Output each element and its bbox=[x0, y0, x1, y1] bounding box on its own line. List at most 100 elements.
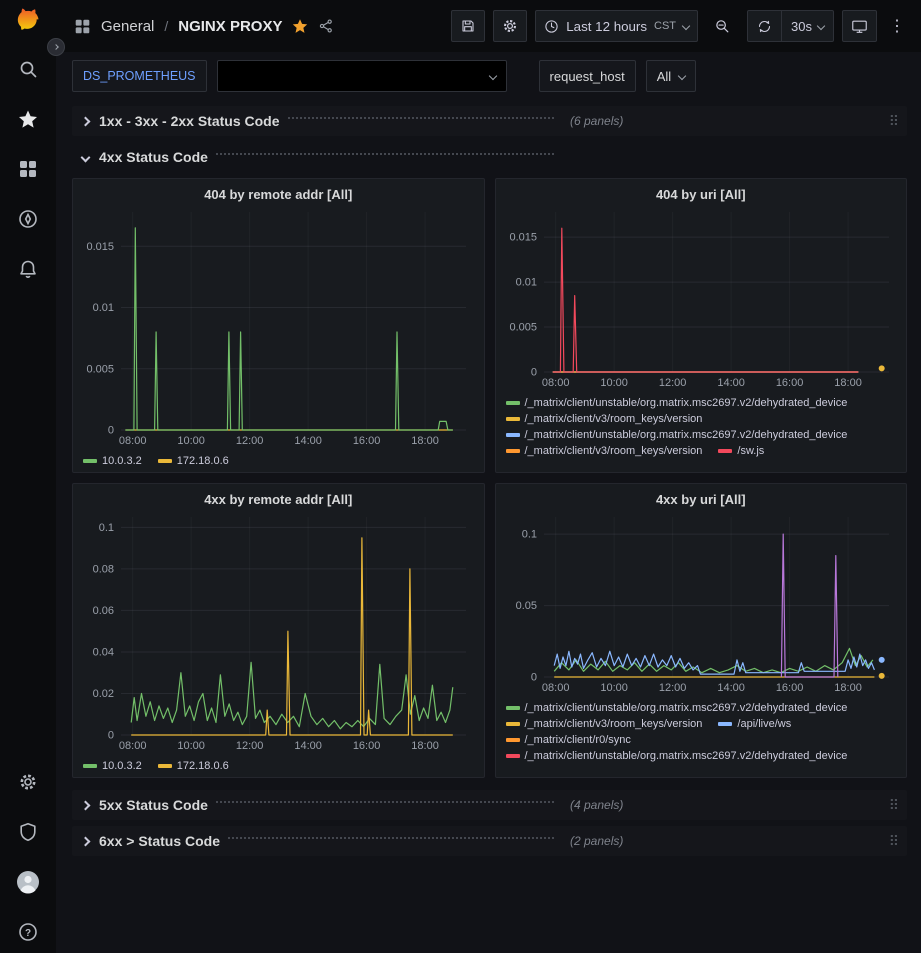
row-4xx[interactable]: 4xx Status Code bbox=[72, 142, 907, 172]
save-dashboard-button[interactable] bbox=[451, 10, 485, 42]
apps-grid-icon[interactable] bbox=[74, 18, 91, 35]
dashboard-settings-button[interactable] bbox=[493, 10, 527, 42]
legend-swatch bbox=[506, 417, 520, 421]
row-panel-count: (4 panels) bbox=[570, 798, 623, 812]
chart-canvas[interactable]: 08:0010:0012:0014:0016:0018:0000.020.040… bbox=[81, 509, 476, 756]
timezone-label: CST bbox=[654, 20, 676, 32]
breadcrumb-section[interactable]: General bbox=[101, 18, 154, 35]
row-drag-handle[interactable]: ⠿ bbox=[889, 798, 899, 812]
panel-title[interactable]: 4xx by remote addr [All] bbox=[81, 488, 476, 509]
breadcrumb: General / NGINX PROXY bbox=[74, 18, 334, 35]
legend-item[interactable]: /_matrix/client/unstable/org.matrix.msc2… bbox=[506, 702, 848, 714]
chart-canvas[interactable]: 08:0010:0012:0014:0016:0018:0000.0050.01… bbox=[81, 204, 476, 451]
legend-swatch bbox=[83, 459, 97, 463]
zoom-out-button[interactable] bbox=[706, 10, 739, 42]
legend-label: /_matrix/client/unstable/org.matrix.msc2… bbox=[525, 702, 848, 714]
legend-swatch bbox=[506, 706, 520, 710]
chart-canvas[interactable]: 08:0010:0012:0014:0016:0018:0000.0050.01… bbox=[504, 204, 899, 393]
chevron-down-icon bbox=[488, 72, 496, 80]
more-options-button[interactable]: ⋮ bbox=[885, 10, 909, 42]
row-title: 5xx Status Code bbox=[99, 797, 208, 813]
legend-item[interactable]: /_matrix/client/unstable/org.matrix.msc2… bbox=[506, 429, 848, 441]
panel-title[interactable]: 4xx by uri [All] bbox=[504, 488, 899, 509]
refresh-button[interactable] bbox=[748, 11, 781, 41]
svg-text:08:00: 08:00 bbox=[119, 740, 147, 752]
svg-text:14:00: 14:00 bbox=[717, 682, 745, 694]
row-header: 5xx Status Code bbox=[74, 797, 560, 813]
sidebar-item-help[interactable]: ? bbox=[11, 919, 45, 945]
legend-item[interactable]: /_matrix/client/unstable/org.matrix.msc2… bbox=[506, 397, 848, 409]
datasource-select[interactable] bbox=[217, 60, 507, 92]
svg-text:0.06: 0.06 bbox=[93, 605, 114, 617]
compass-icon bbox=[18, 209, 38, 229]
panel-title[interactable]: 404 by uri [All] bbox=[504, 183, 899, 204]
svg-text:0: 0 bbox=[108, 730, 114, 742]
sidebar-item-configuration[interactable] bbox=[11, 769, 45, 795]
datasource-label[interactable]: DS_PROMETHEUS bbox=[83, 69, 196, 83]
row-1xx-3xx-2xx[interactable]: 1xx - 3xx - 2xx Status Code (6 panels) ⠿ bbox=[72, 106, 907, 136]
time-range-picker[interactable]: Last 12 hours CST bbox=[535, 10, 698, 42]
legend-item[interactable]: /sw.js bbox=[718, 445, 764, 457]
datasource-variable-label[interactable]: DS_PROMETHEUS bbox=[72, 60, 207, 92]
legend-item[interactable]: 10.0.3.2 bbox=[83, 455, 142, 467]
legend-label: /_matrix/client/r0/sync bbox=[525, 734, 631, 746]
svg-text:0.005: 0.005 bbox=[86, 363, 114, 375]
grafana-logo[interactable] bbox=[11, 8, 45, 34]
refresh-interval-dropdown[interactable]: 30s bbox=[781, 11, 833, 41]
sidebar-item-search[interactable] bbox=[11, 56, 45, 82]
grafana-flame-icon bbox=[13, 6, 43, 36]
row-dots-leader bbox=[216, 153, 554, 155]
legend-label: /_matrix/client/unstable/org.matrix.msc2… bbox=[525, 750, 848, 762]
panel-4xx-by-remote-addr: 4xx by remote addr [All]08:0010:0012:001… bbox=[72, 483, 485, 778]
legend-item[interactable]: /_matrix/client/unstable/org.matrix.msc2… bbox=[506, 750, 848, 762]
chart-canvas[interactable]: 08:0010:0012:0014:0016:0018:0000.050.1 bbox=[504, 509, 899, 698]
legend: 10.0.3.2 172.18.0.6 bbox=[81, 756, 476, 772]
monitor-icon bbox=[851, 18, 868, 35]
legend-item[interactable]: 172.18.0.6 bbox=[158, 455, 229, 467]
svg-text:0.015: 0.015 bbox=[86, 241, 114, 253]
legend-label: /_matrix/client/v3/room_keys/version bbox=[525, 445, 703, 457]
svg-text:0: 0 bbox=[530, 367, 536, 379]
sidebar-item-explore[interactable] bbox=[11, 206, 45, 232]
svg-text:0: 0 bbox=[108, 425, 114, 437]
request-host-select[interactable]: All bbox=[646, 60, 696, 92]
search-icon bbox=[18, 59, 38, 79]
svg-text:0: 0 bbox=[530, 672, 536, 684]
legend-item[interactable]: 172.18.0.6 bbox=[158, 760, 229, 772]
chevron-down-icon bbox=[81, 152, 91, 162]
sidebar-item-starred[interactable] bbox=[11, 106, 45, 132]
chevron-right-icon bbox=[81, 836, 91, 846]
svg-text:10:00: 10:00 bbox=[177, 435, 205, 447]
legend-item[interactable]: /_matrix/client/v3/room_keys/version bbox=[506, 718, 703, 730]
legend-item[interactable]: /_matrix/client/v3/room_keys/version bbox=[506, 445, 703, 457]
top-toolbar: General / NGINX PROXY bbox=[56, 0, 921, 52]
main-area: General / NGINX PROXY bbox=[56, 0, 921, 953]
legend-swatch bbox=[158, 764, 172, 768]
svg-text:18:00: 18:00 bbox=[834, 377, 862, 389]
panel-title[interactable]: 404 by remote addr [All] bbox=[81, 183, 476, 204]
legend-item[interactable]: 10.0.3.2 bbox=[83, 760, 142, 772]
dashboard-title[interactable]: NGINX PROXY bbox=[178, 18, 282, 35]
svg-text:18:00: 18:00 bbox=[411, 435, 439, 447]
sidebar-item-alerting[interactable] bbox=[11, 256, 45, 282]
star-icon bbox=[18, 109, 38, 129]
legend-label: /_matrix/client/unstable/org.matrix.msc2… bbox=[525, 429, 848, 441]
sidebar-item-profile[interactable] bbox=[11, 869, 45, 895]
row-drag-handle[interactable]: ⠿ bbox=[889, 114, 899, 128]
share-icon[interactable] bbox=[318, 18, 334, 34]
sidebar-expand-button[interactable] bbox=[47, 38, 65, 56]
sidebar-item-dashboards[interactable] bbox=[11, 156, 45, 182]
row-drag-handle[interactable]: ⠿ bbox=[889, 834, 899, 848]
legend-item[interactable]: /_matrix/client/v3/room_keys/version bbox=[506, 413, 703, 425]
chart-svg: 08:0010:0012:0014:0016:0018:0000.0050.01… bbox=[81, 204, 476, 448]
row-6xx[interactable]: 6xx > Status Code (2 panels) ⠿ bbox=[72, 826, 907, 856]
svg-text:0.005: 0.005 bbox=[509, 322, 537, 334]
legend-item[interactable]: /_matrix/client/r0/sync bbox=[506, 734, 631, 746]
legend-item[interactable]: /api/live/ws bbox=[718, 718, 791, 730]
tv-mode-button[interactable] bbox=[842, 10, 877, 42]
save-icon bbox=[460, 18, 476, 34]
request-host-value: All bbox=[657, 69, 671, 84]
row-5xx[interactable]: 5xx Status Code (4 panels) ⠿ bbox=[72, 790, 907, 820]
favorite-star-icon[interactable] bbox=[292, 18, 308, 34]
sidebar-item-server-admin[interactable] bbox=[11, 819, 45, 845]
